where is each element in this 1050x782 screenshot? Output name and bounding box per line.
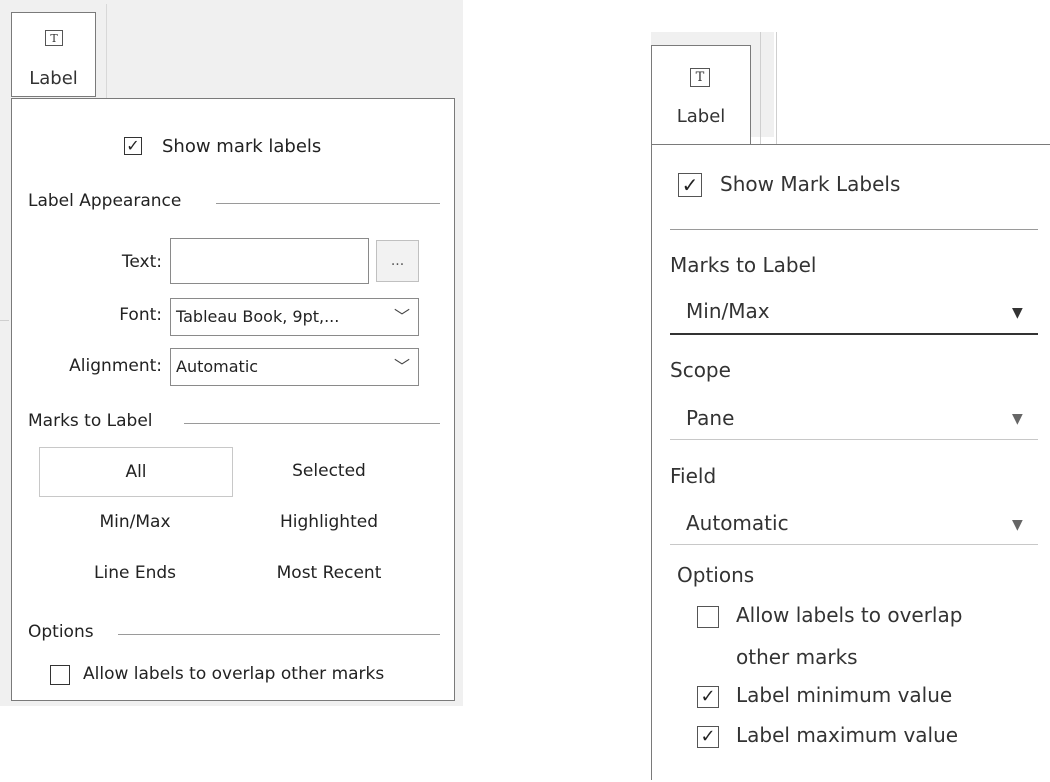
section-divider xyxy=(216,203,440,204)
toolbar-divider xyxy=(760,32,761,144)
scope-title: Scope xyxy=(670,358,731,382)
section-divider xyxy=(670,229,1038,230)
toolbar-divider xyxy=(776,32,777,144)
scope-value[interactable]: Pane xyxy=(686,406,734,430)
label-min-checkbox[interactable]: ✓ xyxy=(697,686,719,708)
alignment-field-label: Alignment: xyxy=(69,356,162,376)
alignment-dropdown-value: Automatic xyxy=(176,357,259,376)
font-dropdown-value: Tableau Book, 9pt,... xyxy=(176,307,340,326)
label-popup-panel: ✓ Show mark labels Label Appearance Text… xyxy=(11,98,455,701)
dropdown-underline xyxy=(670,333,1038,335)
marks-to-label-title: Marks to Label xyxy=(28,411,153,431)
font-field-label: Font: xyxy=(119,305,162,325)
marks-option-min-max[interactable]: Min/Max xyxy=(39,498,231,546)
allow-overlap-checkbox[interactable] xyxy=(697,606,719,628)
marks-to-label-title: Marks to Label xyxy=(670,253,817,277)
show-mark-labels-label: Show mark labels xyxy=(162,136,322,157)
allow-overlap-label-line2: other marks xyxy=(736,645,858,669)
section-divider xyxy=(118,634,440,635)
show-mark-labels-checkbox[interactable]: ✓ xyxy=(124,137,142,155)
options-title: Options xyxy=(677,563,755,587)
dropdown-arrow-icon[interactable]: ▼ xyxy=(1012,517,1023,533)
label-max-label: Label maximum value xyxy=(736,723,959,747)
marks-option-most-recent[interactable]: Most Recent xyxy=(233,549,425,597)
show-mark-labels-label: Show Mark Labels xyxy=(720,172,901,196)
allow-overlap-checkbox[interactable] xyxy=(50,665,70,685)
toolbar-divider xyxy=(106,4,107,101)
alignment-dropdown[interactable]: Automatic ﹀ xyxy=(170,348,419,386)
label-appearance-title: Label Appearance xyxy=(28,191,182,211)
chevron-down-icon: ﹀ xyxy=(393,357,410,376)
label-popup-panel: ✓ Show Mark Labels Marks to Label Min/Ma… xyxy=(651,144,1050,780)
marks-to-label-value[interactable]: Min/Max xyxy=(686,299,770,323)
label-min-label: Label minimum value xyxy=(736,683,953,707)
font-dropdown[interactable]: Tableau Book, 9pt,... ﹀ xyxy=(170,298,419,336)
label-shelf-label: Label xyxy=(676,106,726,127)
allow-overlap-label: Allow labels to overlap xyxy=(736,603,963,627)
marks-option-selected[interactable]: Selected xyxy=(233,447,425,495)
show-mark-labels-checkbox[interactable]: ✓ xyxy=(678,173,702,197)
dropdown-underline xyxy=(670,439,1038,440)
field-title: Field xyxy=(670,464,717,488)
text-field-input[interactable] xyxy=(170,238,369,284)
marks-option-all[interactable]: All xyxy=(39,447,233,497)
dropdown-arrow-icon[interactable]: ▼ xyxy=(1012,305,1023,321)
label-shelf-button[interactable]: T Label xyxy=(11,12,96,97)
text-icon: T xyxy=(690,68,710,87)
marks-option-line-ends[interactable]: Line Ends xyxy=(39,549,231,597)
marks-option-highlighted[interactable]: Highlighted xyxy=(233,498,425,546)
options-title: Options xyxy=(28,622,94,642)
text-field-label: Text: xyxy=(121,252,162,272)
label-max-checkbox[interactable]: ✓ xyxy=(697,726,719,748)
chevron-down-icon: ﹀ xyxy=(393,307,410,326)
divider xyxy=(0,320,9,321)
label-shelf-label: Label xyxy=(29,68,78,89)
text-icon: T xyxy=(45,30,63,46)
dropdown-arrow-icon[interactable]: ▼ xyxy=(1012,411,1023,427)
allow-overlap-label: Allow labels to overlap other marks xyxy=(83,664,385,684)
label-shelf-button[interactable]: T Label xyxy=(651,45,751,145)
dropdown-underline xyxy=(670,544,1038,545)
edit-text-button[interactable]: ... xyxy=(376,240,419,282)
field-value[interactable]: Automatic xyxy=(686,511,789,535)
section-divider xyxy=(184,423,440,424)
